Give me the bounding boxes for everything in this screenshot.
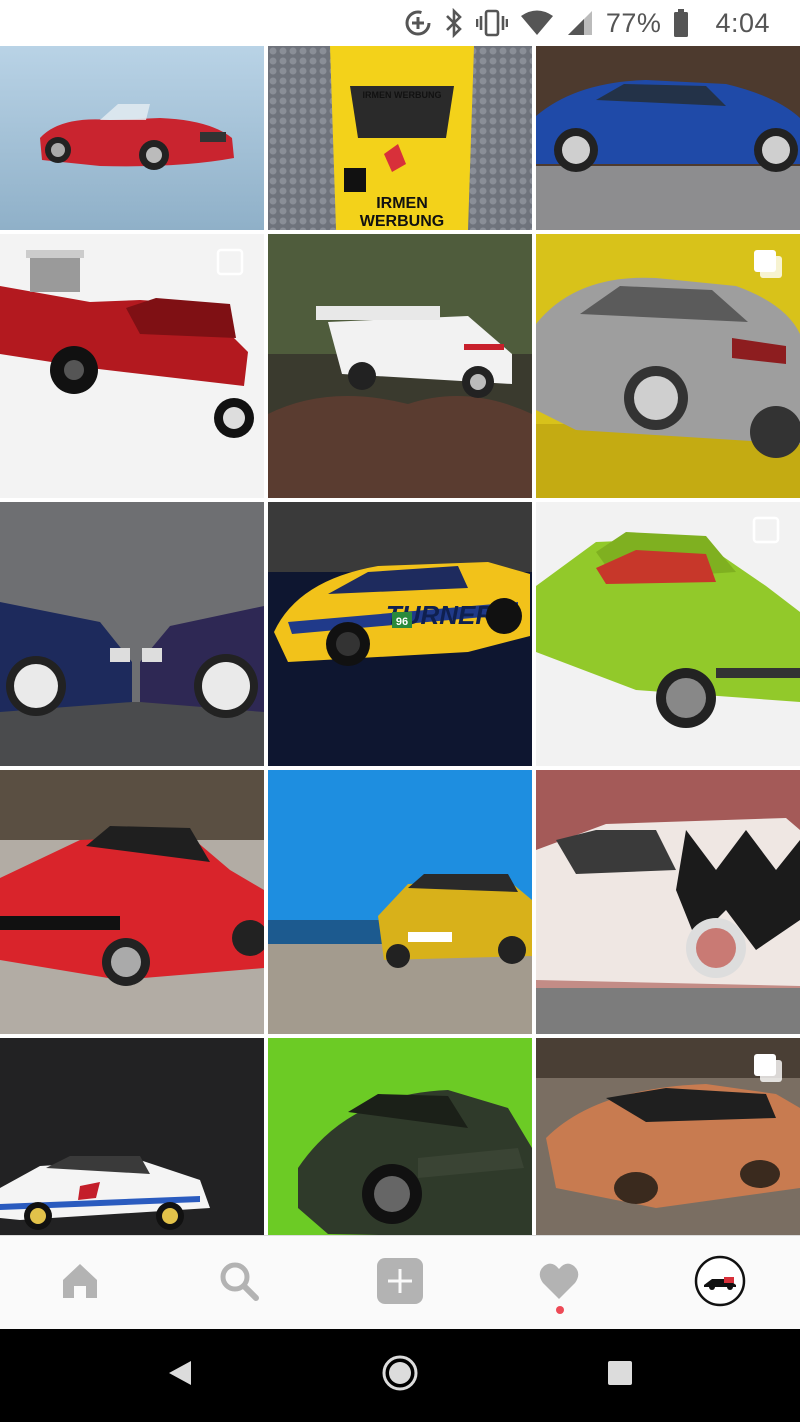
grid-post-9[interactable] (536, 502, 800, 766)
bluetooth-icon (444, 8, 464, 38)
profile-avatar (694, 1255, 746, 1312)
android-recents-button[interactable] (560, 1329, 680, 1422)
wifi-icon (520, 9, 554, 37)
home-circle-icon (381, 1354, 419, 1397)
grid-post-10[interactable] (0, 770, 264, 1034)
multi-photo-icon (752, 516, 786, 550)
profile-photo-grid: IRMEN WERBUNG IRMEN WERBUNG TURNER 96 (0, 46, 800, 1235)
grid-post-11[interactable] (268, 770, 532, 1034)
grid-post-14[interactable] (268, 1038, 532, 1235)
nav-search-button[interactable] (179, 1236, 299, 1330)
battery-icon (673, 9, 689, 37)
grid-post-6[interactable] (536, 234, 800, 498)
vibrate-icon (475, 9, 508, 37)
bottom-navigation (0, 1235, 800, 1329)
grid-post-8[interactable]: TURNER 96 (268, 502, 532, 766)
grid-post-7[interactable] (0, 502, 264, 766)
android-navigation-bar (0, 1329, 800, 1422)
multi-photo-icon (752, 1052, 786, 1086)
status-icons: 77% 4:04 (404, 0, 770, 46)
nav-home-button[interactable] (20, 1236, 140, 1330)
grid-post-5[interactable] (268, 234, 532, 498)
android-back-button[interactable] (120, 1329, 240, 1422)
home-icon (59, 1260, 101, 1307)
status-bar: 77% 4:04 (0, 0, 800, 46)
search-icon (218, 1260, 260, 1307)
tile2-bottom-text-2: WERBUNG (360, 213, 444, 230)
tile2-bottom-text-1: IRMEN (376, 195, 428, 212)
tile2-top-text: IRMEN WERBUNG (363, 90, 442, 100)
activity-notification-dot (556, 1306, 564, 1314)
new-post-icon (376, 1257, 424, 1310)
recents-icon (607, 1360, 633, 1391)
battery-percent: 77% (605, 7, 662, 38)
grid-post-4[interactable] (0, 234, 264, 498)
status-time: 4:04 (715, 7, 770, 38)
android-home-button[interactable] (340, 1329, 460, 1422)
multi-photo-icon (216, 248, 250, 282)
grid-post-12[interactable] (536, 770, 800, 1034)
activity-heart-icon (538, 1261, 580, 1306)
cellular-signal-icon (566, 9, 594, 37)
nav-profile-button[interactable] (660, 1236, 780, 1330)
back-icon (167, 1359, 193, 1392)
nav-activity-button[interactable] (499, 1236, 619, 1330)
multi-photo-icon (752, 248, 786, 282)
tile8-number-text: 96 (396, 616, 408, 628)
grid-post-13[interactable] (0, 1038, 264, 1235)
grid-post-15[interactable] (536, 1038, 800, 1235)
data-saver-icon (404, 9, 432, 37)
nav-new-post-button[interactable] (340, 1236, 460, 1330)
